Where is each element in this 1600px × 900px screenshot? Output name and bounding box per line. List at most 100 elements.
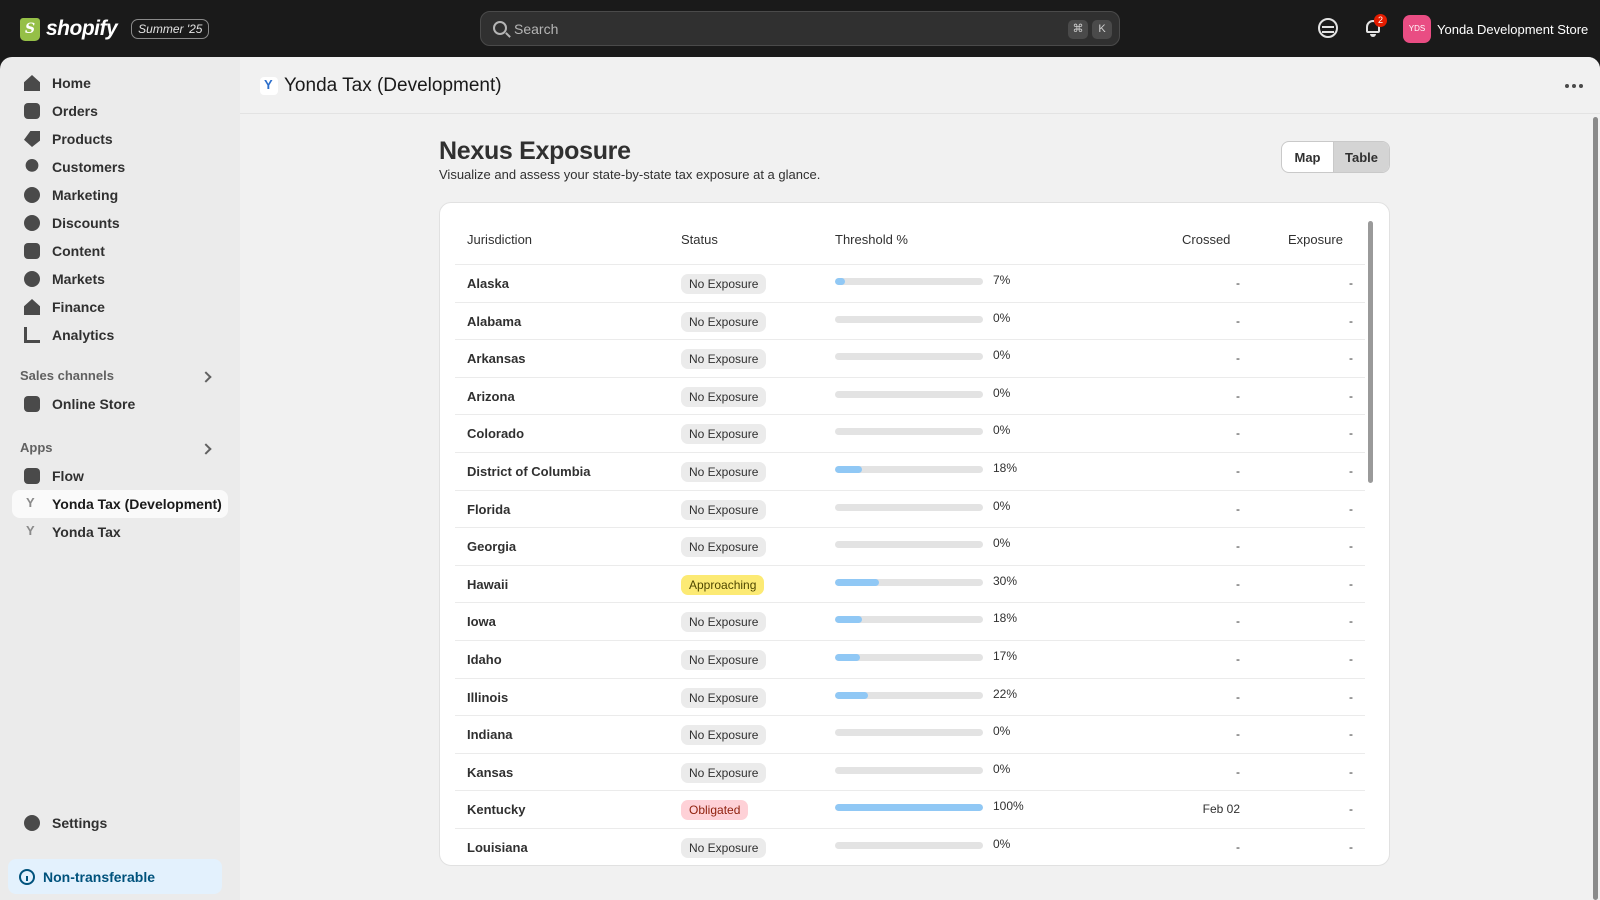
shortcut-k-key: K	[1092, 20, 1112, 39]
crossed-cell: -	[1236, 426, 1240, 441]
sidebar-item-customers[interactable]: Customers	[12, 153, 228, 181]
threshold-progress-bar	[835, 353, 983, 361]
jurisdiction-cell: Arkansas	[467, 351, 526, 367]
sidebar-item-yonda-tax[interactable]: Yonda Tax	[12, 518, 228, 546]
map-view-button[interactable]: Map	[1282, 142, 1333, 172]
crossed-cell: -	[1236, 652, 1240, 666]
threshold-progress-bar	[835, 390, 983, 398]
sidebar-item-content[interactable]: Content	[12, 237, 228, 265]
threshold-progress-bar	[835, 804, 983, 812]
chevron-right-icon[interactable]	[200, 443, 212, 455]
sidebar-item-markets[interactable]: Markets	[12, 265, 228, 293]
sidebar-item-analytics[interactable]: Analytics	[12, 321, 228, 349]
table-scrollbar[interactable]	[1368, 221, 1373, 483]
status-badge: No Exposure	[681, 349, 767, 370]
exposure-cell: -	[1349, 727, 1353, 742]
table-row[interactable]: Alaska No Exposure 7% - -	[455, 265, 1365, 303]
threshold-percent: 0%	[993, 348, 1011, 363]
threshold-progress-fill	[835, 466, 862, 473]
view-toggle: Map Table	[1281, 141, 1390, 173]
non-transferable-banner[interactable]: Non-transferable	[8, 859, 222, 894]
column-header-threshold[interactable]: Threshold %	[835, 232, 908, 247]
home-icon	[24, 75, 40, 91]
page-subtitle: Visualize and assess your state-by-state…	[439, 167, 821, 182]
sidebar-item-settings[interactable]: Settings	[12, 809, 228, 837]
discount-icon	[24, 215, 40, 231]
column-header-exposure[interactable]: Exposure	[1288, 232, 1343, 247]
column-header-crossed[interactable]: Crossed	[1182, 232, 1230, 247]
more-actions-icon[interactable]	[1565, 84, 1583, 88]
person-icon	[25, 159, 39, 172]
table-row[interactable]: Colorado No Exposure 0% - -	[455, 415, 1365, 453]
sidebar-item-label: Customers	[52, 159, 126, 175]
store-menu[interactable]: YDS Yonda Development Store	[1403, 15, 1588, 43]
sidebar-item-online-store[interactable]: Online Store	[12, 390, 228, 418]
sales-channels-title[interactable]: Sales channels	[20, 368, 114, 383]
table-row[interactable]: Florida No Exposure 0% - -	[455, 491, 1365, 529]
status-badge: No Exposure	[681, 274, 767, 294]
table-row[interactable]: Louisiana No Exposure 0% - -	[455, 829, 1365, 865]
inbox-icon[interactable]	[1318, 18, 1338, 38]
table-header: Jurisdiction Status Threshold % Crossed …	[455, 225, 1365, 265]
table-row[interactable]: Arizona No Exposure 0% - -	[455, 378, 1365, 416]
threshold-percent: 0%	[993, 761, 1011, 776]
sidebar-item-flow[interactable]: Flow	[12, 462, 228, 490]
table-row[interactable]: Iowa No Exposure 18% - -	[455, 603, 1365, 641]
bank-icon	[24, 299, 40, 315]
threshold-progress-bar	[835, 503, 983, 511]
chevron-right-icon[interactable]	[200, 371, 212, 383]
table-row[interactable]: Alabama No Exposure 0% - -	[455, 303, 1365, 341]
crossed-cell: -	[1236, 764, 1240, 779]
exposure-cell: -	[1349, 276, 1353, 290]
sidebar-item-discounts[interactable]: Discounts	[12, 209, 228, 237]
table-row[interactable]: Kentucky Obligated 100% Feb 02 -	[455, 791, 1365, 829]
app-title: Yonda Tax (Development)	[284, 75, 502, 96]
bell-icon[interactable]: 2	[1363, 14, 1387, 38]
table-row[interactable]: Indiana No Exposure 0% - -	[455, 716, 1365, 754]
exposure-cell: -	[1349, 614, 1353, 629]
threshold-progress-bar	[835, 315, 983, 323]
top-bar: shopify Summer '25 Search ⌘ K 2 YDS Yond…	[0, 0, 1600, 57]
exposure-cell: -	[1349, 388, 1353, 403]
status-badge: No Exposure	[681, 311, 767, 332]
search-bar[interactable]: Search ⌘ K	[480, 11, 1120, 46]
exposure-cell: -	[1349, 764, 1353, 779]
sidebar-item-orders[interactable]: Orders	[12, 97, 228, 125]
table-row[interactable]: Idaho No Exposure 17% - -	[455, 641, 1365, 679]
orders-icon	[24, 103, 40, 119]
threshold-percent: 0%	[993, 385, 1011, 400]
threshold-percent: 17%	[993, 649, 1018, 663]
table-view-button[interactable]: Table	[1333, 142, 1389, 172]
threshold-percent: 0%	[993, 310, 1011, 325]
exposure-cell: -	[1349, 802, 1353, 817]
threshold-progress-fill	[835, 804, 983, 812]
apps-title[interactable]: Apps	[20, 440, 53, 455]
threshold-percent: 18%	[993, 611, 1018, 626]
threshold-percent: 0%	[993, 423, 1011, 438]
threshold-progress-bar	[835, 428, 983, 436]
table-row[interactable]: Hawaii Approaching 30% - -	[455, 566, 1365, 604]
status-badge: Approaching	[681, 574, 765, 595]
table-row[interactable]: District of Columbia No Exposure 18% - -	[455, 453, 1365, 491]
table-row[interactable]: Illinois No Exposure 22% - -	[455, 679, 1365, 717]
sidebar-item-products[interactable]: Products	[12, 125, 228, 153]
search-input[interactable]: Search	[514, 21, 558, 37]
shopify-logo[interactable]: shopify Summer '25	[20, 17, 210, 41]
sidebar-item-label: Marketing	[52, 187, 119, 203]
table-row[interactable]: Kansas No Exposure 0% - -	[455, 754, 1365, 792]
threshold-progress-bar	[835, 278, 983, 285]
content-icon	[24, 243, 40, 259]
jurisdiction-cell: Florida	[467, 501, 511, 517]
sidebar-item-label: Yonda Tax	[52, 524, 121, 540]
sidebar-item-home[interactable]: Home	[12, 69, 228, 97]
table-row[interactable]: Georgia No Exposure 0% - -	[455, 528, 1365, 566]
column-header-jurisdiction[interactable]: Jurisdiction	[467, 232, 532, 247]
edition-badge[interactable]: Summer '25	[131, 19, 210, 39]
column-header-status[interactable]: Status	[681, 232, 718, 247]
page-scrollbar[interactable]	[1593, 117, 1598, 900]
sidebar-item-finance[interactable]: Finance	[12, 293, 228, 321]
sidebar-item-yonda-tax-development[interactable]: Yonda Tax (Development)	[12, 490, 228, 518]
sidebar-item-marketing[interactable]: Marketing	[12, 181, 228, 209]
table-row[interactable]: Arkansas No Exposure 0% - -	[455, 340, 1365, 378]
sidebar-item-label: Analytics	[52, 327, 115, 343]
